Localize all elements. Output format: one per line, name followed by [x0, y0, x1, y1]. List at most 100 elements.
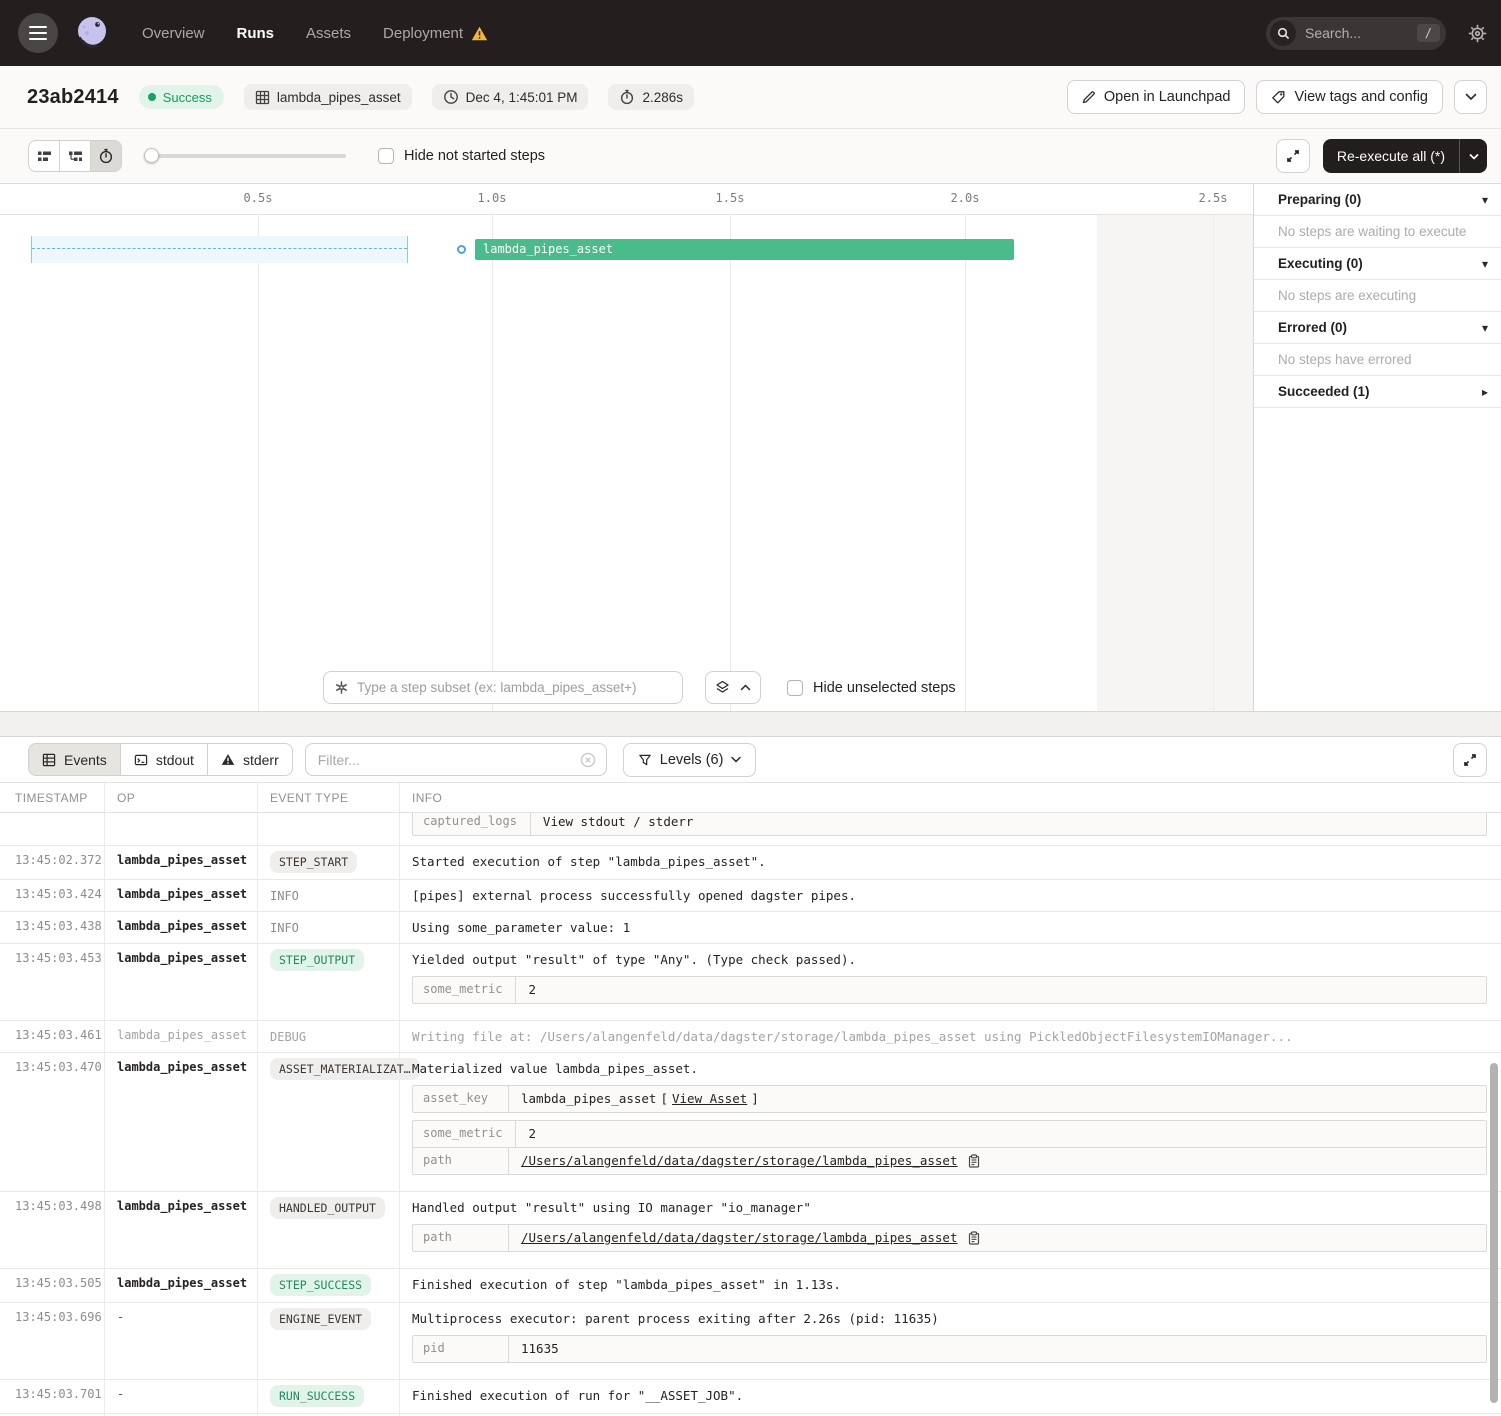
sidebar-section-header[interactable]: Succeeded (1)▸ [1254, 376, 1501, 408]
event-row[interactable]: 13:45:03.498lambda_pipes_assetHANDLED_OU… [0, 1192, 1501, 1269]
event-row[interactable]: 13:45:03.505lambda_pipes_assetSTEP_SUCCE… [0, 1269, 1501, 1303]
event-row[interactable]: 13:45:03.424lambda_pipes_assetINFO[pipes… [0, 880, 1501, 912]
hamburger-menu-button[interactable] [18, 13, 58, 53]
hide-unselected-checkbox-row[interactable]: Hide unselected steps [781, 676, 962, 700]
column-header: INFO [400, 783, 1501, 812]
reexecute-dropdown-button[interactable] [1459, 139, 1487, 173]
top-nav: Overview Runs Assets Deployment Search... / [0, 0, 1501, 66]
metadata-value: 2 [516, 977, 548, 1003]
metadata-table: asset_keylambda_pipes_asset[View Asset] [412, 1085, 1487, 1113]
view-mode-timed-button[interactable] [90, 140, 122, 172]
event-op [105, 813, 258, 845]
run-header-more-button[interactable] [1454, 80, 1487, 114]
event-timestamp: 13:45:03.498 [0, 1192, 105, 1268]
clear-filter-icon[interactable] [580, 752, 596, 768]
grid-icon [255, 90, 270, 105]
log-filter-wrap[interactable] [305, 743, 607, 776]
caret-down-icon: ▾ [1482, 321, 1488, 335]
run-id: 23ab2414 [27, 86, 119, 109]
view-tags-config-button[interactable]: View tags and config [1256, 80, 1443, 114]
hide-unselected-label: Hide unselected steps [813, 680, 956, 696]
events-scrollbar[interactable] [1490, 1063, 1498, 1403]
hide-unselected-checkbox[interactable] [787, 680, 803, 696]
event-row[interactable]: 13:45:03.453lambda_pipes_assetSTEP_OUTPU… [0, 944, 1501, 1021]
sidebar-section-header[interactable]: Preparing (0)▾ [1254, 184, 1501, 216]
event-op: - [105, 1380, 258, 1413]
tab-stdout[interactable]: stdout [120, 743, 208, 776]
gantt-view-mode-group [28, 140, 122, 172]
event-info: Handled output "result" using IO manager… [400, 1192, 1501, 1268]
hide-not-started-checkbox-row[interactable]: Hide not started steps [378, 148, 545, 164]
sidebar-section-header[interactable]: Executing (0)▾ [1254, 248, 1501, 280]
event-op: lambda_pipes_asset [105, 846, 258, 879]
event-row[interactable]: captured_logsView stdout / stderr [0, 813, 1501, 846]
event-row[interactable]: 13:45:03.438lambda_pipes_assetINFOUsing … [0, 912, 1501, 944]
sidebar-section-header[interactable]: Errored (0) ▾ [1254, 312, 1501, 344]
search-icon [1270, 20, 1296, 46]
event-type-cell: DEBUG [258, 1021, 400, 1052]
log-filter-input[interactable] [318, 752, 580, 768]
sidebar-section-title: Errored (0) [1278, 320, 1347, 335]
event-row[interactable]: 13:45:03.470lambda_pipes_assetASSET_MATE… [0, 1053, 1501, 1192]
gantt-chart: lambda_pipes_asset Hide unselected steps [0, 215, 1253, 711]
event-row[interactable]: 13:45:02.372lambda_pipes_assetSTEP_START… [0, 846, 1501, 880]
nav-item-deployment[interactable]: Deployment [383, 25, 488, 42]
gantt-overrun-zone [1097, 215, 1253, 711]
timeline-tick-label: 2.0s [951, 191, 980, 205]
event-op: lambda_pipes_asset [105, 1053, 258, 1191]
events-toolbar: Events stdout stderr Levels (6) [0, 737, 1501, 782]
levels-filter-button[interactable]: Levels (6) [623, 743, 757, 777]
metadata-key: some_metric [413, 1121, 516, 1147]
dagster-logo-icon[interactable] [70, 11, 114, 55]
event-row[interactable]: 13:45:03.696-ENGINE_EVENTMultiprocess ex… [0, 1303, 1501, 1380]
nav-item-overview[interactable]: Overview [142, 25, 205, 42]
tab-stderr[interactable]: stderr [207, 743, 293, 776]
metadata-link[interactable]: /Users/alangenfeld/data/dagster/storage/… [521, 1153, 958, 1168]
event-info: Finished execution of step "lambda_pipes… [400, 1269, 1501, 1302]
chevron-down-icon [731, 756, 741, 763]
layers-icon [715, 680, 730, 695]
event-info: Using some_parameter value: 1 [400, 912, 1501, 943]
nav-item-runs[interactable]: Runs [237, 25, 275, 42]
event-timestamp: 13:45:02.372 [0, 846, 105, 879]
step-subset-input-wrap[interactable] [323, 671, 683, 704]
event-type-cell: ENGINE_EVENT [258, 1303, 400, 1379]
metadata-table: some_metric2 [412, 976, 1487, 1004]
gridline [492, 215, 493, 711]
hide-not-started-checkbox[interactable] [378, 148, 394, 164]
metadata-link[interactable]: /Users/alangenfeld/data/dagster/storage/… [521, 1230, 958, 1245]
metadata-link[interactable]: View Asset [672, 1091, 747, 1106]
metadata-value-text: 11635 [521, 1341, 559, 1356]
event-type-badge: ENGINE_EVENT [270, 1308, 371, 1330]
event-row[interactable]: 13:45:03.461lambda_pipes_assetDEBUGWriti… [0, 1021, 1501, 1053]
clipboard-icon[interactable] [968, 1231, 980, 1245]
event-op: - [105, 1303, 258, 1379]
view-mode-flat-button[interactable] [28, 140, 60, 172]
gantt-toolbar: Hide not started steps Re-execute all (*… [0, 129, 1501, 184]
open-in-launchpad-button[interactable]: Open in Launchpad [1067, 80, 1246, 114]
table-icon [42, 753, 56, 767]
reexecute-all-button[interactable]: Re-execute all (*) [1323, 139, 1487, 173]
tab-events[interactable]: Events [28, 743, 121, 776]
event-rows: captured_logsView stdout / stderr13:45:0… [0, 813, 1501, 1416]
zoom-to-fit-group[interactable] [705, 671, 761, 704]
gantt-chart-pane: 0.5s1.0s1.5s2.0s2.5s lambda_pipes_asset … [0, 184, 1254, 711]
event-type-cell: RUN_SUCCESS [258, 1380, 400, 1413]
settings-gear-icon[interactable] [1468, 24, 1487, 43]
gantt-zoom-slider[interactable] [146, 154, 346, 158]
search-input[interactable]: Search... / [1266, 17, 1446, 50]
panel-splitter[interactable] [0, 711, 1501, 737]
clipboard-icon[interactable] [968, 1154, 980, 1168]
event-row[interactable]: 13:45:03.701-RUN_SUCCESSFinished executi… [0, 1380, 1501, 1414]
job-name-tag[interactable]: lambda_pipes_asset [244, 84, 412, 110]
gantt-step-bar[interactable]: lambda_pipes_asset [475, 239, 1014, 260]
events-fullscreen-button[interactable] [1453, 743, 1487, 777]
view-mode-waterfall-button[interactable] [59, 140, 91, 172]
step-subset-input[interactable] [357, 680, 672, 695]
slider-handle[interactable] [144, 148, 159, 163]
gantt-fullscreen-button[interactable] [1276, 139, 1310, 173]
run-duration: 2.286s [608, 84, 694, 110]
caret-down-icon [1469, 153, 1479, 160]
nav-item-assets[interactable]: Assets [306, 25, 351, 42]
metadata-value-text: lambda_pipes_asset [521, 1091, 656, 1106]
